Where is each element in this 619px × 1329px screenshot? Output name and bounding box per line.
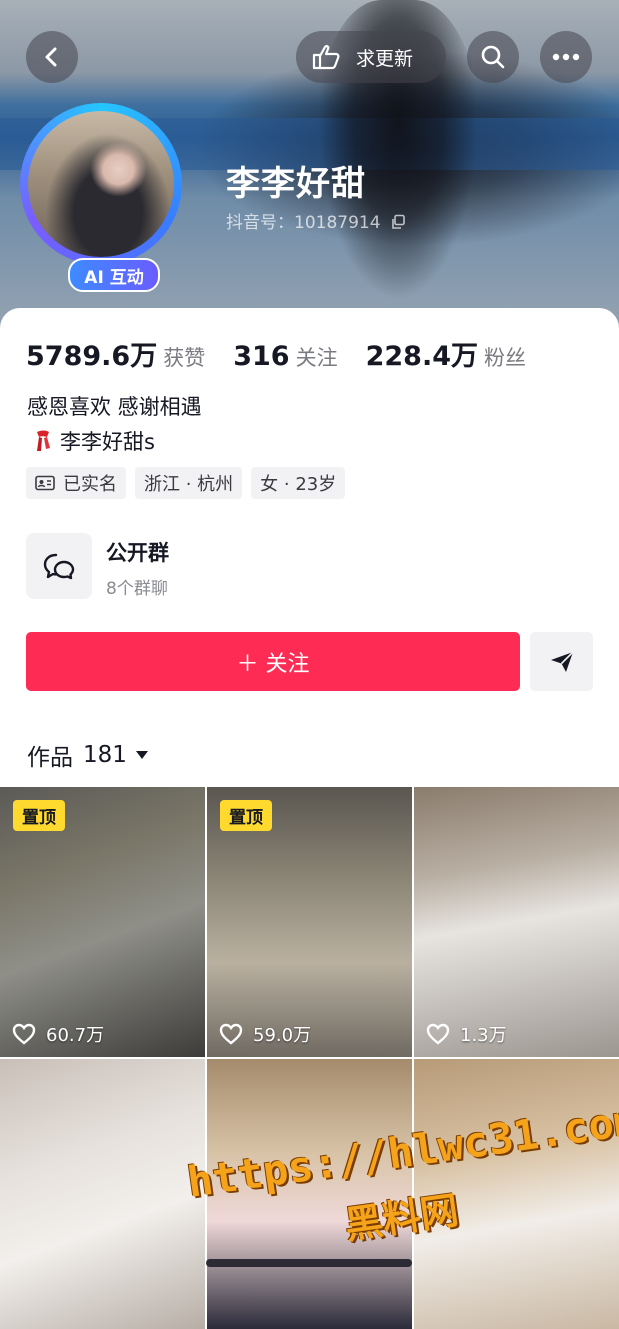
- caret-down-icon: [135, 751, 148, 759]
- like-count-text: 1.3万: [460, 1025, 507, 1046]
- group-subtitle: 8个群聊: [106, 579, 168, 599]
- request-update-button[interactable]: 求更新: [296, 31, 446, 83]
- video-thumbnail[interactable]: [0, 1059, 205, 1329]
- watermark-text: 黑料网: [342, 1187, 462, 1248]
- scarf-icon: [37, 430, 50, 451]
- id-card-icon: [35, 475, 55, 491]
- like-count: 1.3万: [426, 1021, 507, 1047]
- tag-verified: 已实名: [26, 467, 126, 499]
- group-title[interactable]: 公开群: [106, 537, 169, 567]
- likes-label: 获赞: [163, 346, 206, 370]
- heart-icon: [219, 1023, 243, 1045]
- tab-works[interactable]: 作品 181: [27, 738, 149, 772]
- video-thumbnail[interactable]: 置顶 59.0万: [207, 787, 412, 1057]
- copy-icon[interactable]: [390, 214, 406, 230]
- more-button[interactable]: [540, 31, 592, 83]
- followers-count[interactable]: 228.4万: [366, 334, 478, 373]
- following-count[interactable]: 316: [233, 341, 289, 372]
- douyin-id-text: 抖音号：10187914: [226, 213, 381, 233]
- follow-button[interactable]: ＋ 关注: [26, 632, 520, 691]
- pinned-badge: 置顶: [220, 800, 272, 831]
- group-chat-button[interactable]: [26, 533, 92, 599]
- chevron-left-icon: [45, 47, 57, 67]
- bio-line: 李李好甜s: [32, 426, 155, 456]
- douyin-id[interactable]: 抖音号：10187914: [226, 208, 406, 233]
- search-icon: [481, 45, 505, 69]
- avatar[interactable]: [28, 111, 174, 257]
- hand-pointer-icon: [312, 45, 340, 70]
- more-dots-icon: [552, 53, 580, 61]
- send-message-button[interactable]: [530, 632, 593, 691]
- chat-bubbles-icon: [43, 553, 75, 580]
- tag-label: 已实名: [63, 474, 117, 495]
- tag-gender-age: 女 · 23岁: [251, 467, 346, 499]
- search-button[interactable]: [467, 31, 519, 83]
- home-indicator[interactable]: [206, 1259, 412, 1267]
- like-count-text: 59.0万: [253, 1025, 312, 1046]
- profile-tags: 已实名 浙江 · 杭州 女 · 23岁: [26, 467, 354, 499]
- tab-works-label: 作品: [27, 745, 73, 771]
- tag-label: 浙江 · 杭州: [144, 474, 234, 495]
- pinned-badge: 置顶: [13, 800, 65, 831]
- paper-plane-icon: [550, 650, 574, 672]
- heart-icon: [12, 1023, 36, 1045]
- ai-interaction-badge[interactable]: AI 互动: [68, 258, 160, 292]
- tab-works-count: 181: [83, 742, 127, 768]
- video-thumbnail[interactable]: 置顶 60.7万: [0, 787, 205, 1057]
- profile-nickname: 李李好甜: [226, 164, 366, 204]
- bio-line-text: 李李好甜s: [60, 430, 155, 454]
- tag-label: 女 · 23岁: [260, 474, 337, 495]
- tag-location: 浙江 · 杭州: [135, 467, 243, 499]
- like-count: 60.7万: [12, 1021, 104, 1047]
- following-label: 关注: [295, 346, 338, 370]
- back-button[interactable]: [26, 31, 78, 83]
- likes-count[interactable]: 5789.6万: [26, 334, 157, 373]
- like-count-text: 60.7万: [46, 1025, 105, 1046]
- followers-label: 粉丝: [483, 346, 526, 370]
- profile-stats: 5789.6万 获赞 316 关注 228.4万 粉丝: [26, 334, 554, 373]
- like-count: 59.0万: [219, 1021, 311, 1047]
- bio-line: 感恩喜欢 感谢相遇: [27, 395, 202, 419]
- video-thumbnail[interactable]: 1.3万: [414, 787, 619, 1057]
- heart-icon: [426, 1023, 450, 1045]
- request-update-label: 求更新: [356, 47, 414, 70]
